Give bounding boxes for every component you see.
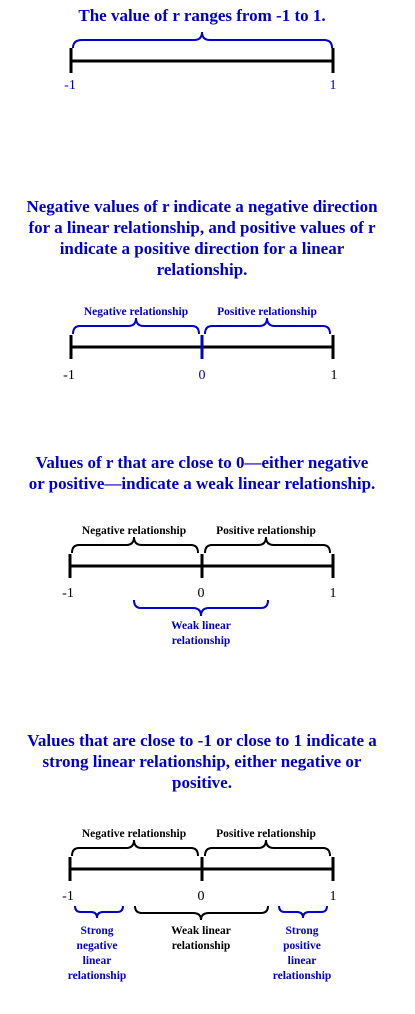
strong-negative-brace [74, 905, 124, 919]
section-direction-heading-line-2: for a linear relationship, and positive … [28, 218, 376, 237]
tick-label-mid: 0 [198, 586, 205, 601]
strong-negative-label-line-4: relationship [68, 970, 127, 982]
tick-label-max: 1 [331, 368, 338, 383]
full-range-brace [72, 31, 333, 49]
section-weak-heading-line-1: Values of r that are close to 0—either n… [36, 453, 369, 472]
strong-positive-brace [278, 905, 328, 919]
tick-label-min: -1 [63, 368, 75, 383]
tick-label-max: 1 [330, 889, 337, 904]
weak-label-line-2: relationship [172, 940, 231, 952]
weak-brace [134, 905, 269, 921]
positive-brace [204, 317, 331, 335]
section-strong-heading-line-1: Values that are close to -1 or close to … [27, 731, 377, 750]
strong-positive-label-line-2: positive [283, 940, 321, 952]
tick-label-min: -1 [64, 78, 76, 93]
diagram-canvas: The value of r ranges from -1 to 1. -1 1… [26, 6, 378, 982]
positive-relationship-label: Positive relationship [216, 525, 316, 537]
negative-relationship-label: Negative relationship [84, 306, 188, 318]
section-direction-heading-line-3: indicate a positive direction for a line… [60, 239, 345, 258]
negative-relationship-label: Negative relationship [82, 525, 186, 537]
positive-brace [204, 839, 331, 857]
tick-label-mid: 0 [198, 889, 205, 904]
positive-brace [204, 536, 331, 554]
section-strong-heading-line-3: positive. [172, 773, 232, 792]
weak-label-line-1: Weak linear [171, 620, 231, 632]
section-direction-heading-line-1: Negative values of r indicate a negative… [26, 197, 378, 216]
section-weak: Values of r that are close to 0—either n… [29, 453, 376, 647]
section-range: The value of r ranges from -1 to 1. -1 1 [64, 6, 336, 93]
section-direction-heading-line-4: relationship. [157, 260, 248, 279]
negative-brace [71, 839, 199, 857]
section-strong-heading-line-2: strong linear relationship, either negat… [43, 752, 362, 771]
section-range-heading: The value of r ranges from -1 to 1. [78, 6, 325, 25]
strong-negative-label-line-2: negative [77, 940, 118, 952]
tick-label-mid: 0 [199, 368, 206, 383]
positive-relationship-label: Positive relationship [216, 828, 316, 840]
section-weak-heading-line-2: or positive—indicate a weak linear relat… [29, 474, 376, 493]
strong-negative-label-line-3: linear [83, 955, 112, 967]
positive-relationship-label: Positive relationship [217, 306, 317, 318]
tick-label-max: 1 [330, 586, 337, 601]
weak-brace [133, 599, 269, 617]
strong-positive-label-line-3: linear [288, 955, 317, 967]
strong-positive-label-line-1: Strong [285, 925, 318, 937]
strong-negative-label-line-1: Strong [80, 925, 113, 937]
negative-relationship-label: Negative relationship [82, 828, 186, 840]
section-strong: Values that are close to -1 or close to … [27, 731, 377, 982]
section-direction: Negative values of r indicate a negative… [26, 197, 378, 383]
tick-label-max: 1 [330, 78, 337, 93]
tick-label-min: -1 [62, 586, 74, 601]
strong-positive-label-line-4: relationship [273, 970, 332, 982]
negative-brace [71, 536, 199, 554]
negative-brace [72, 317, 200, 335]
tick-label-min: -1 [62, 889, 74, 904]
weak-label-line-2: relationship [172, 635, 231, 647]
weak-label-line-1: Weak linear [171, 925, 231, 937]
